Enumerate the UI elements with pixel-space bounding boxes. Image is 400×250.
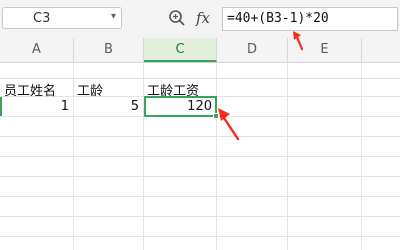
selected-cell-border bbox=[144, 96, 217, 117]
grid-line bbox=[0, 78, 400, 79]
fx-icon[interactable]: fx bbox=[196, 9, 210, 27]
cell-b2[interactable]: 工龄 bbox=[77, 80, 103, 99]
grid-line bbox=[0, 196, 400, 197]
zoom-icon[interactable] bbox=[168, 9, 186, 27]
column-header-f[interactable] bbox=[362, 38, 400, 62]
active-row-indicator bbox=[0, 97, 2, 116]
grid-line bbox=[0, 136, 400, 137]
annotation-arrow-formula bbox=[293, 31, 304, 51]
grid-line bbox=[0, 176, 400, 177]
column-header-d[interactable]: D bbox=[217, 38, 288, 62]
grid-line bbox=[0, 216, 400, 217]
column-header-row: A B C D E bbox=[0, 38, 400, 63]
chevron-down-icon[interactable]: ▾ bbox=[111, 11, 116, 22]
formula-text: =40+(B3-1)*20 bbox=[227, 11, 329, 26]
cell-a2[interactable]: 员工姓名 bbox=[4, 80, 56, 99]
cell-b3[interactable]: 5 bbox=[131, 99, 139, 114]
annotation-arrow-cell bbox=[218, 108, 240, 141]
cell-a3[interactable]: 1 bbox=[61, 99, 69, 114]
grid-line bbox=[0, 236, 400, 237]
name-box-value: C3 bbox=[33, 11, 51, 26]
column-header-b[interactable]: B bbox=[74, 38, 144, 62]
name-box[interactable]: C3 ▾ bbox=[2, 7, 122, 29]
grid-line bbox=[0, 156, 400, 157]
formula-input[interactable]: =40+(B3-1)*20 bbox=[222, 7, 398, 31]
formula-bar: C3 ▾ fx =40+(B3-1)*20 bbox=[0, 0, 400, 38]
column-header-c[interactable]: C bbox=[144, 38, 217, 62]
column-header-a[interactable]: A bbox=[0, 38, 74, 62]
